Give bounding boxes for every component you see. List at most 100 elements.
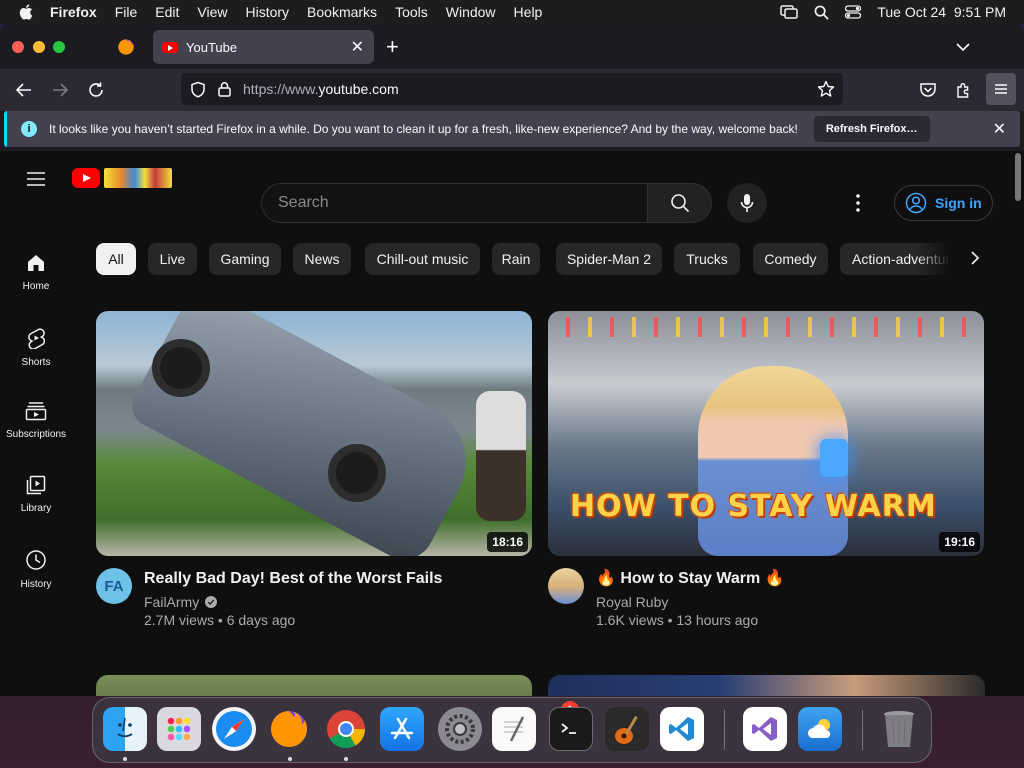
screen-mirroring-icon[interactable]: [780, 5, 799, 19]
guide-item-home[interactable]: Home: [0, 253, 72, 292]
puzzle-piece-icon: [957, 83, 969, 98]
search-button[interactable]: [647, 184, 711, 222]
scrollbar-thumb[interactable]: [1015, 153, 1021, 201]
minimize-window-button[interactable]: [33, 41, 45, 53]
url-text[interactable]: https://www.youtube.com: [243, 81, 399, 97]
youtube-doodle-logo[interactable]: [104, 168, 172, 188]
url-bar[interactable]: https://www.youtube.com: [181, 73, 843, 105]
chip-live[interactable]: Live: [148, 243, 197, 275]
apple-icon[interactable]: [18, 3, 36, 21]
menu-bookmarks[interactable]: Bookmarks: [307, 4, 377, 20]
firefox-view-icon[interactable]: [117, 38, 135, 56]
page-scrollbar[interactable]: [1012, 151, 1024, 696]
firefox-icon[interactable]: [267, 707, 311, 751]
video-title[interactable]: 🔥 How to Stay Warm 🔥: [596, 568, 785, 590]
menu-help[interactable]: Help: [514, 4, 543, 20]
search-input[interactable]: Search: [278, 194, 647, 212]
screen: Firefox File Edit View History Bookmarks…: [0, 0, 1024, 768]
home-icon: [28, 255, 44, 271]
chip-gaming[interactable]: Gaming: [209, 243, 281, 275]
trash-icon[interactable]: [877, 707, 921, 751]
zoom-window-button[interactable]: [53, 41, 65, 53]
extensions-button[interactable]: [953, 79, 975, 101]
video-thumbnail[interactable]: [548, 675, 985, 696]
more-options-icon[interactable]: [856, 194, 860, 212]
pocket-button[interactable]: [917, 79, 939, 101]
guide-item-subscriptions[interactable]: Subscriptions: [0, 401, 72, 440]
chrome-icon[interactable]: [324, 707, 368, 751]
video-card[interactable]: 18:16 FA Really Bad Day! Best of the Wor…: [96, 311, 532, 628]
tab-youtube[interactable]: YouTube ✕: [153, 30, 374, 64]
video-thumbnail[interactable]: HOW TO STAY WARM 19:16: [548, 311, 984, 556]
tracking-protection-shield-icon[interactable]: [190, 81, 206, 98]
channel-avatar[interactable]: [548, 568, 584, 604]
new-tab-button[interactable]: +: [386, 36, 399, 58]
menu-window[interactable]: Window: [446, 4, 496, 20]
guide-menu-icon[interactable]: [26, 171, 46, 187]
guide-item-shorts[interactable]: Shorts: [0, 327, 72, 368]
video-stats: 2.7M views • 6 days ago: [144, 612, 296, 628]
chip-spider-man-2[interactable]: Spider-Man 2: [556, 243, 662, 275]
bookmark-star-icon[interactable]: [817, 80, 835, 98]
forward-button[interactable]: [49, 79, 71, 101]
chip-news[interactable]: News: [293, 243, 351, 275]
youtube-logo-icon[interactable]: [72, 168, 100, 188]
channel-avatar[interactable]: FA: [96, 568, 132, 604]
control-center-icon[interactable]: [845, 5, 862, 19]
finder-icon[interactable]: [103, 707, 147, 751]
chip-action-adventure[interactable]: Action-adventure: [840, 243, 950, 275]
video-duration: 18:16: [487, 532, 528, 552]
chip-all[interactable]: All: [96, 243, 136, 275]
refresh-firefox-button[interactable]: Refresh Firefox…: [813, 116, 930, 142]
sign-in-button[interactable]: Sign in: [894, 185, 993, 221]
chip-rain[interactable]: Rain: [492, 243, 540, 275]
visual-studio-icon[interactable]: [743, 707, 787, 751]
channel-name[interactable]: Royal Ruby: [596, 594, 668, 610]
app-store-icon[interactable]: [380, 707, 424, 751]
system-settings-icon[interactable]: [438, 707, 482, 751]
close-notification-icon[interactable]: ✕: [993, 119, 1006, 139]
textedit-icon[interactable]: [492, 707, 536, 751]
chip-trucks[interactable]: Trucks: [674, 243, 740, 275]
string-lights-graphic: [548, 317, 984, 337]
safari-icon[interactable]: [212, 707, 256, 751]
chevron-right-icon[interactable]: [970, 250, 980, 266]
reload-button[interactable]: [85, 79, 107, 101]
dock: 1: [92, 697, 932, 763]
video-thumbnail[interactable]: 18:16: [96, 311, 532, 556]
garageband-icon[interactable]: [605, 707, 649, 751]
menu-view[interactable]: View: [197, 4, 227, 20]
video-title[interactable]: Really Bad Day! Best of the Worst Fails: [144, 568, 442, 590]
guide-item-library[interactable]: Library: [0, 475, 72, 514]
search-box[interactable]: Search: [261, 183, 712, 223]
close-window-button[interactable]: [12, 41, 24, 53]
open-menu-button[interactable]: [986, 73, 1016, 105]
lock-icon[interactable]: [218, 81, 231, 97]
close-tab-icon[interactable]: ✕: [351, 37, 364, 57]
terminal-icon[interactable]: [549, 707, 593, 751]
menu-app-firefox[interactable]: Firefox: [50, 4, 97, 20]
back-button[interactable]: [13, 79, 35, 101]
library-icon: [26, 475, 46, 495]
menu-history[interactable]: History: [245, 4, 289, 20]
menu-tools[interactable]: Tools: [395, 4, 428, 20]
weather-icon[interactable]: [798, 707, 842, 751]
list-all-tabs-icon[interactable]: [955, 39, 971, 55]
account-circle-icon: [905, 192, 927, 214]
voice-search-button[interactable]: [727, 183, 767, 223]
navigation-toolbar: https://www.youtube.com: [0, 69, 1024, 111]
vscode-icon[interactable]: [660, 707, 704, 751]
chip-chill-out-music[interactable]: Chill-out music: [365, 243, 480, 275]
clock[interactable]: Tue Oct 24 9:51 PM: [877, 4, 1006, 20]
arrow-left-icon: [15, 83, 31, 97]
menu-file[interactable]: File: [115, 4, 138, 20]
video-thumbnail[interactable]: [96, 675, 532, 696]
chip-comedy[interactable]: Comedy: [753, 243, 828, 275]
guide-item-history[interactable]: History: [0, 549, 72, 590]
launchpad-icon[interactable]: [157, 707, 201, 751]
menu-edit[interactable]: Edit: [155, 4, 179, 20]
video-card[interactable]: HOW TO STAY WARM 19:16 🔥 How to Stay War…: [548, 311, 984, 628]
spotlight-search-icon[interactable]: [814, 5, 829, 20]
shorts-icon: [28, 328, 45, 349]
channel-name[interactable]: FailArmy: [144, 594, 199, 610]
